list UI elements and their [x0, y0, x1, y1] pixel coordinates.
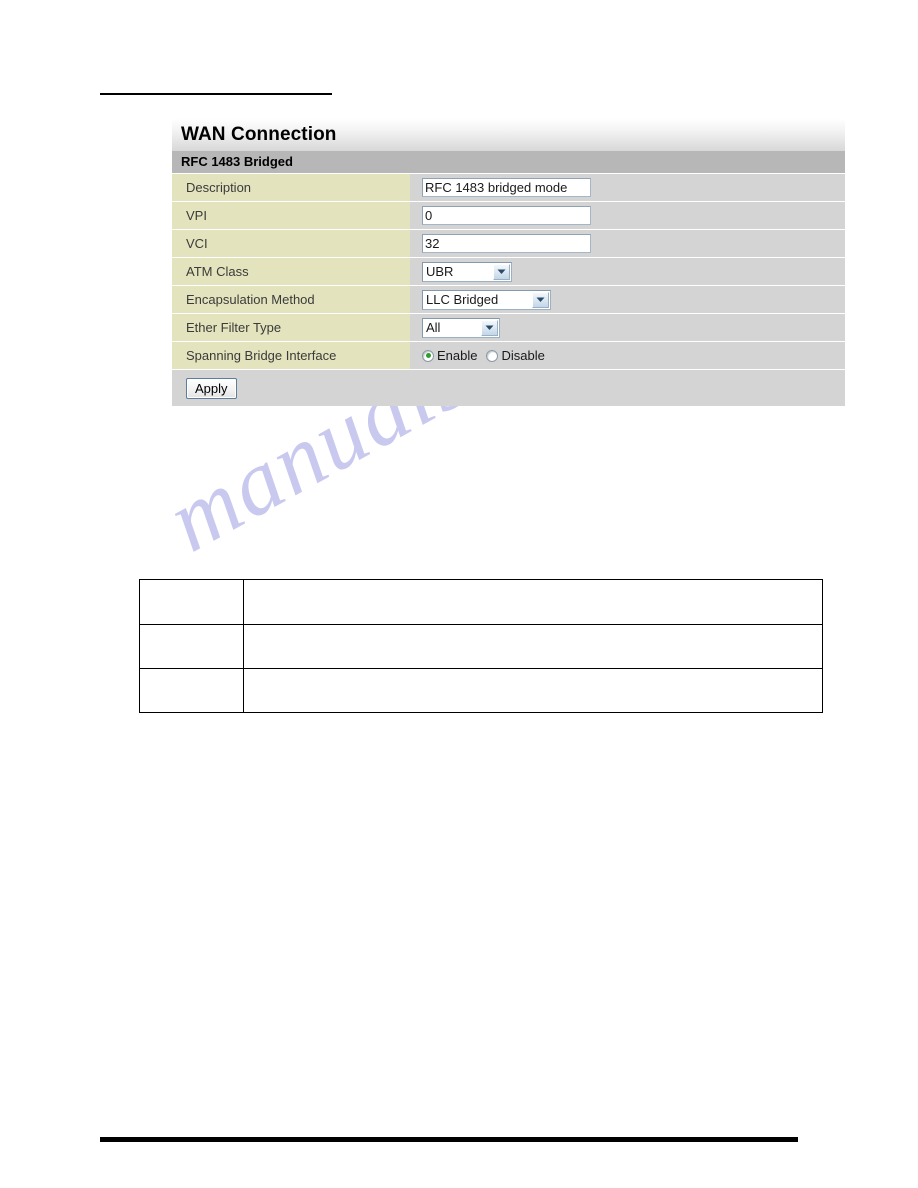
table-cell-description	[242, 579, 824, 625]
form-row-ether-filter-type: Ether Filter Type All	[172, 314, 845, 342]
table-cell-term	[139, 668, 244, 713]
field-description	[410, 174, 845, 201]
wan-connection-panel: WAN Connection RFC 1483 Bridged Descript…	[172, 119, 845, 406]
label-description: Description	[172, 174, 410, 202]
form-row-atm-class: ATM Class UBR	[172, 258, 845, 286]
description-table	[139, 579, 824, 713]
label-encapsulation-method: Encapsulation Method	[172, 286, 410, 314]
atm-class-value: UBR	[426, 263, 454, 279]
chevron-down-icon	[481, 319, 498, 336]
form-row-spanning-bridge-interface: Spanning Bridge Interface Enable Disable	[172, 342, 845, 370]
ether-filter-type-value: All	[426, 319, 441, 335]
field-spanning-bridge-interface: Enable Disable	[410, 342, 845, 369]
table-cell-description	[242, 668, 824, 713]
spanning-bridge-disable-label: Disable	[501, 348, 545, 363]
spanning-bridge-enable-label: Enable	[437, 348, 478, 363]
form-row-vci: VCI	[172, 230, 845, 258]
table-row	[139, 579, 824, 625]
page-bottom-rule	[100, 1137, 798, 1142]
description-input[interactable]	[422, 178, 591, 197]
field-vpi	[410, 202, 845, 229]
apply-button[interactable]: Apply	[186, 377, 237, 399]
atm-class-select[interactable]: UBR	[422, 261, 512, 282]
table-row	[139, 624, 824, 669]
label-vpi: VPI	[172, 202, 410, 230]
label-vci: VCI	[172, 230, 410, 258]
panel-subtitle: RFC 1483 Bridged	[172, 151, 845, 174]
table-cell-description	[242, 624, 824, 669]
vpi-input[interactable]	[422, 206, 591, 225]
radio-selected-icon[interactable]	[422, 349, 434, 362]
form-row-vpi: VPI	[172, 202, 845, 230]
apply-row: Apply	[172, 370, 845, 406]
encapsulation-method-select[interactable]: LLC Bridged	[422, 289, 551, 310]
spanning-bridge-enable-option[interactable]: Enable	[422, 348, 477, 363]
chevron-down-icon	[493, 263, 510, 280]
ether-filter-type-select[interactable]: All	[422, 317, 500, 338]
field-ether-filter-type: All	[410, 314, 845, 341]
field-vci	[410, 230, 845, 257]
label-spanning-bridge-interface: Spanning Bridge Interface	[172, 342, 410, 370]
label-atm-class: ATM Class	[172, 258, 410, 286]
field-encapsulation-method: LLC Bridged	[410, 286, 845, 313]
spanning-bridge-interface-radio-group: Enable Disable	[422, 348, 545, 363]
field-atm-class: UBR	[410, 258, 845, 285]
form-row-description: Description	[172, 174, 845, 202]
settings-form: Description VPI VCI ATM Class UBR	[172, 174, 845, 370]
radio-unselected-icon[interactable]	[486, 349, 499, 362]
page-title: WAN Connection	[172, 119, 845, 151]
table-row	[139, 668, 824, 713]
table-cell-term	[139, 579, 244, 625]
vci-input[interactable]	[422, 234, 591, 253]
spanning-bridge-disable-option[interactable]: Disable	[486, 348, 545, 363]
table-cell-term	[139, 624, 244, 669]
form-row-encapsulation-method: Encapsulation Method LLC Bridged	[172, 286, 845, 314]
encapsulation-method-value: LLC Bridged	[426, 291, 499, 307]
label-ether-filter-type: Ether Filter Type	[172, 314, 410, 342]
page-top-rule	[100, 93, 332, 95]
chevron-down-icon	[532, 291, 549, 308]
